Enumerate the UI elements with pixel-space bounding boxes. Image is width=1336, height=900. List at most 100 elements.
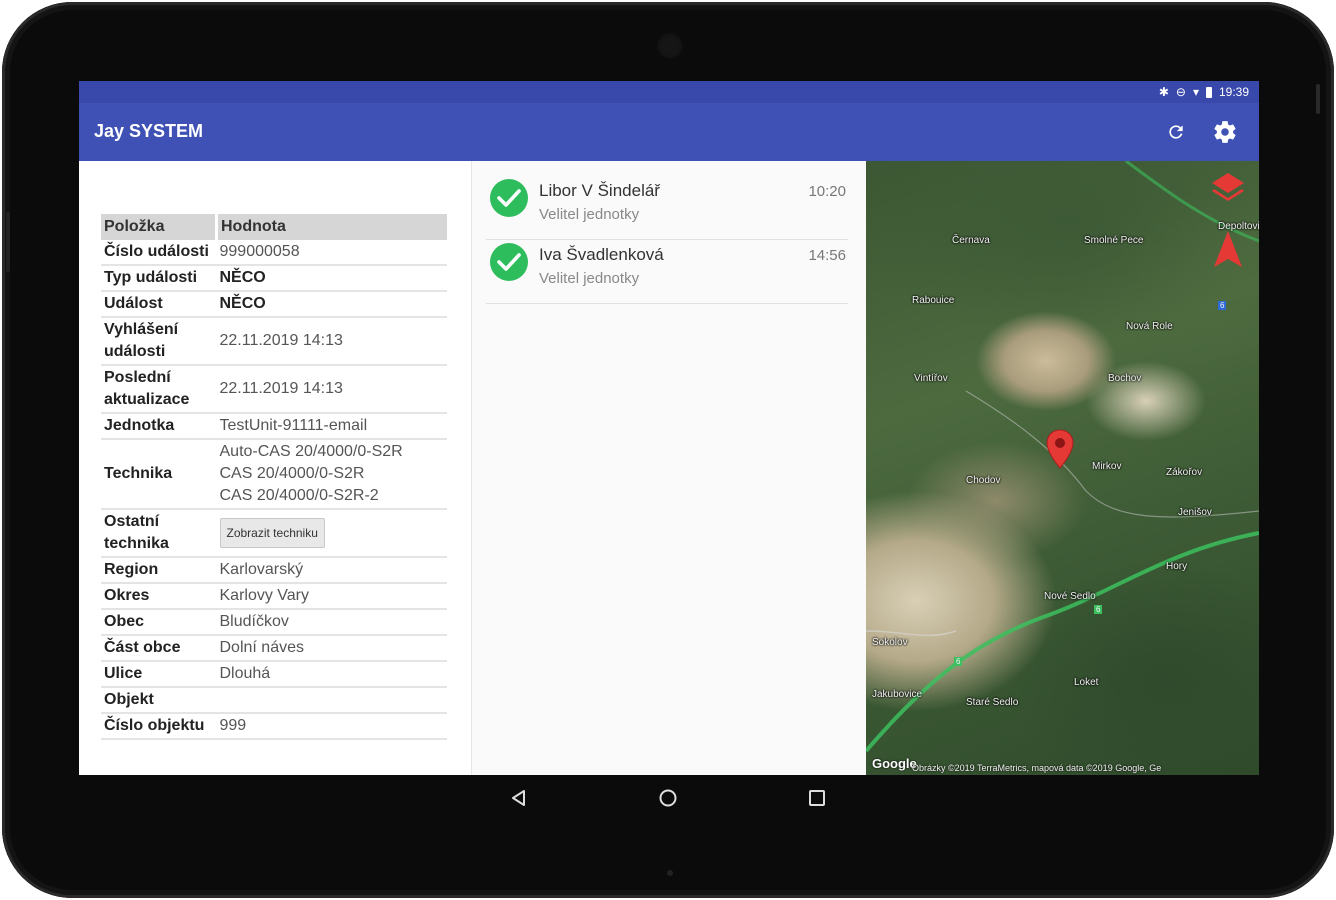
- settings-button[interactable]: [1209, 116, 1241, 148]
- map-label: Sokolov: [872, 637, 908, 648]
- row-key: Region: [101, 557, 217, 584]
- row-key: Typ události: [101, 265, 217, 292]
- row-key: Vyhlášení události: [101, 317, 217, 366]
- power-button: [1316, 84, 1320, 114]
- technika-line: Auto-CAS 20/4000/0-S2R: [219, 443, 403, 460]
- row-key: Číslo objektu: [101, 713, 217, 740]
- table-row: Jednotka TestUnit-91111-email: [101, 413, 447, 440]
- map-label: Jenišov: [1178, 507, 1212, 518]
- show-technika-button[interactable]: Zobrazit techniku: [219, 518, 325, 548]
- row-key: Jednotka: [101, 413, 217, 440]
- row-value: Dolní náves: [216, 635, 447, 662]
- navigation-bar: [79, 775, 1259, 821]
- recents-button[interactable]: [804, 785, 830, 811]
- map-label: Vintířov: [914, 373, 948, 384]
- map-label: Chodov: [966, 475, 1001, 486]
- row-key: Číslo události: [101, 240, 217, 266]
- map-label: Nové Sedlo: [1044, 591, 1096, 602]
- front-camera: [656, 32, 684, 60]
- road-number: 6: [954, 657, 963, 666]
- road-number: 6: [1218, 301, 1227, 310]
- compass-button[interactable]: [1212, 229, 1244, 274]
- refresh-button[interactable]: [1160, 116, 1192, 148]
- row-value: 999: [216, 713, 447, 740]
- map-label: Smolné Pece: [1084, 235, 1144, 246]
- table-row: Ulice Dlouhá: [101, 661, 447, 688]
- row-value: Karlovy Vary: [216, 583, 447, 610]
- technika-line: CAS 20/4000/0-S2R: [219, 465, 365, 482]
- row-value: Karlovarský: [216, 557, 447, 584]
- satellite-map[interactable]: Černava Smolné Pece Depoltovice Rabouice…: [866, 161, 1259, 775]
- responder-role: Velitel jednotky: [539, 270, 640, 287]
- row-key: Událost: [101, 291, 217, 318]
- table-row: Obec Bludíčkov: [101, 609, 447, 636]
- list-item[interactable]: Libor V Šindelář Velitel jednotky 10:20: [486, 175, 848, 240]
- responder-name: Iva Švadlenková: [539, 245, 664, 264]
- back-icon: [512, 790, 525, 806]
- app-bar: Jay SYSTEM: [79, 103, 1259, 161]
- table-row: Část obce Dolní náves: [101, 635, 447, 662]
- table-row: Ostatní technika Zobrazit techniku: [101, 509, 447, 558]
- back-button[interactable]: [506, 785, 532, 811]
- responders-list: Libor V Šindelář Velitel jednotky 10:20 …: [472, 161, 865, 775]
- map-label: Černava: [952, 235, 990, 246]
- list-item[interactable]: Iva Švadlenková Velitel jednotky 14:56: [486, 239, 848, 304]
- row-key: Poslední aktualizace: [101, 365, 217, 414]
- microphone: [667, 870, 673, 876]
- map-label: Jakubovice: [872, 689, 923, 700]
- home-icon: [659, 789, 677, 807]
- row-key: Obec: [101, 609, 217, 636]
- table-row: Vyhlášení události 22.11.2019 14:13: [101, 317, 447, 366]
- row-key: Objekt: [101, 687, 217, 714]
- response-time: 10:20: [808, 183, 846, 200]
- table-row: Objekt: [101, 687, 447, 714]
- row-key: Část obce: [101, 635, 217, 662]
- map-label: Rabouice: [912, 295, 955, 306]
- bluetooth-icon: ✱: [1158, 85, 1169, 99]
- map-label: Mirkov: [1092, 461, 1122, 472]
- row-key: Technika: [101, 439, 217, 510]
- map-label: Nová Role: [1126, 321, 1173, 332]
- response-time: 14:56: [808, 247, 846, 264]
- event-location-marker[interactable]: [1046, 429, 1074, 474]
- responder-name: Libor V Šindelář: [539, 181, 660, 200]
- table-row: Technika Auto-CAS 20/4000/0-S2R CAS 20/4…: [101, 439, 447, 510]
- layers-button[interactable]: [1208, 169, 1248, 214]
- technika-line: CAS 20/4000/0-S2R-2: [219, 487, 379, 504]
- table-row: Číslo události 999000058: [101, 240, 447, 266]
- row-value: Zobrazit techniku: [216, 509, 447, 558]
- header-value: Hodnota: [216, 214, 447, 240]
- table-header: Položka Hodnota: [101, 214, 447, 240]
- row-value: 22.11.2019 14:13: [216, 317, 447, 366]
- row-value: Bludíčkov: [216, 609, 447, 636]
- event-details-panel: Položka Hodnota Číslo události 999000058…: [79, 161, 472, 775]
- map-attribution: Obrázky ©2019 TerraMetrics, mapová data …: [912, 763, 1162, 773]
- road-number: 6: [1094, 605, 1103, 614]
- settings-icon: [1214, 121, 1236, 143]
- responder-role: Velitel jednotky: [539, 206, 640, 223]
- location-pin-icon: [1046, 429, 1074, 469]
- volume-button: [6, 212, 10, 272]
- home-button[interactable]: [655, 785, 681, 811]
- battery-icon: [1205, 86, 1212, 98]
- map-label: Hory: [1166, 561, 1188, 572]
- table-row: Typ události NĚCO: [101, 265, 447, 292]
- row-value: TestUnit-91111-email: [216, 413, 447, 440]
- refresh-icon: [1169, 125, 1183, 139]
- row-key: Ulice: [101, 661, 217, 688]
- layers-icon: [1212, 173, 1244, 201]
- header-key: Položka: [101, 214, 218, 240]
- event-details-table: Položka Hodnota Číslo události 999000058…: [101, 214, 447, 740]
- map-label: Bochov: [1108, 373, 1142, 384]
- table-row: Region Karlovarský: [101, 557, 447, 584]
- table-row: Okres Karlovy Vary: [101, 583, 447, 610]
- north-arrow-icon: [1214, 231, 1242, 267]
- status-time: 19:39: [1218, 85, 1249, 99]
- app-title: Jay SYSTEM: [94, 121, 204, 141]
- confirmed-check-icon: [490, 243, 528, 281]
- table-row: Číslo objektu 999: [101, 713, 447, 740]
- google-logo: Google: [872, 756, 917, 771]
- recents-icon: [809, 790, 825, 806]
- row-value: 999000058: [216, 240, 447, 266]
- row-value: Dlouhá: [216, 661, 447, 688]
